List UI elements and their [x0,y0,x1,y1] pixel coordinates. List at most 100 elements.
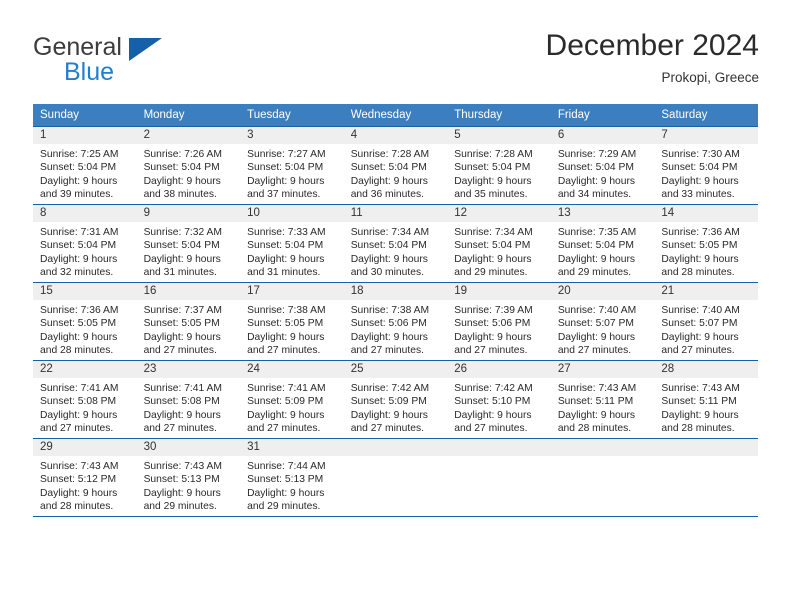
daylight-text-line1: Daylight: 9 hours [247,175,325,187]
calendar-day-cell[interactable]: 2 Sunrise: 7:26 AM Sunset: 5:04 PM Daylight… [136,126,241,205]
daylight-text-line1: Daylight: 9 hours [40,409,118,421]
calendar-day-cell[interactable]: 24 Sunrise: 7:41 AM Sunset: 5:09 PM Dayligh… [240,360,344,439]
sunset-text: Sunset: 5:06 PM [454,318,531,330]
daylight-text-line2: and 27 minutes. [247,345,321,357]
calendar-day-cell[interactable]: 30 Sunrise: 7:43 AM Sunset: 5:13 PM Dayligh… [136,438,241,516]
sunset-text: Sunset: 5:07 PM [557,318,634,330]
day-details: Sunrise: 7:31 AM Sunset: 5:04 PM Daylight:… [33,222,137,280]
sunset-text: Sunset: 5:04 PM [143,162,220,174]
calendar-day-cell[interactable]: 28 Sunrise: 7:43 AM Sunset: 5:11 PM Dayligh… [654,360,758,439]
day-number: 12 [447,205,551,222]
calendar-day-cell[interactable]: 22 Sunrise: 7:41 AM Sunset: 5:08 PM Dayligh… [33,360,137,439]
sunset-text: Sunset: 5:04 PM [247,240,324,252]
calendar-day-cell[interactable]: 4 Sunrise: 7:28 AM Sunset: 5:04 PM Daylight… [343,126,448,205]
calendar-day-cell[interactable]: 11 Sunrise: 7:34 AM Sunset: 5:04 PM Dayligh… [343,204,448,283]
calendar-day-cell-empty [550,438,655,516]
calendar-day-cell[interactable]: 17 Sunrise: 7:38 AM Sunset: 5:05 PM Dayligh… [240,282,344,361]
daylight-text-line2: and 36 minutes. [350,189,424,201]
calendar-day-cell[interactable]: 12 Sunrise: 7:34 AM Sunset: 5:04 PM Dayligh… [447,204,551,283]
calendar-day-cell[interactable]: 31 Sunrise: 7:44 AM Sunset: 5:13 PM Dayligh… [240,438,344,516]
day-details [551,456,655,460]
sunrise-text: Sunrise: 7:28 AM [350,149,430,160]
sunrise-text: Sunrise: 7:43 AM [661,383,740,394]
daylight-text-line2: and 35 minutes. [454,189,528,201]
sunset-text: Sunset: 5:05 PM [247,318,324,330]
day-number: 16 [136,283,241,300]
calendar-day-cell-empty [654,438,758,516]
sunset-text: Sunset: 5:11 PM [661,396,737,408]
calendar-day-cell[interactable]: 19 Sunrise: 7:39 AM Sunset: 5:06 PM Dayligh… [447,282,551,361]
sunset-text: Sunset: 5:04 PM [661,162,738,174]
day-number: 17 [240,283,344,300]
sunrise-text: Sunrise: 7:25 AM [40,149,119,160]
calendar-day-cell[interactable]: 29 Sunrise: 7:43 AM Sunset: 5:12 PM Dayligh… [33,438,137,516]
day-details: Sunrise: 7:39 AM Sunset: 5:06 PM Daylight:… [447,300,551,358]
day-details: Sunrise: 7:43 AM Sunset: 5:12 PM Daylight:… [33,456,137,514]
calendar-day-cell[interactable]: 7 Sunrise: 7:30 AM Sunset: 5:04 PM Daylight… [654,126,758,205]
calendar-day-cell[interactable]: 8 Sunrise: 7:31 AM Sunset: 5:04 PM Daylight… [33,204,137,283]
sunset-text: Sunset: 5:09 PM [350,396,427,408]
daylight-text-line2: and 28 minutes. [40,345,114,357]
general-blue-logo[interactable]: General Blue [33,34,233,90]
calendar-day-cell[interactable]: 9 Sunrise: 7:32 AM Sunset: 5:04 PM Daylight… [136,204,241,283]
day-number: 10 [240,205,344,222]
sunset-text: Sunset: 5:04 PM [454,240,531,252]
calendar-day-cell[interactable]: 16 Sunrise: 7:37 AM Sunset: 5:05 PM Dayligh… [136,282,241,361]
sunrise-text: Sunrise: 7:28 AM [454,149,533,160]
sunrise-text: Sunrise: 7:40 AM [557,305,637,316]
sunrise-text: Sunrise: 7:34 AM [350,227,430,238]
weekday-header-monday: Monday [136,104,241,127]
daylight-text-line1: Daylight: 9 hours [661,409,739,421]
calendar-day-cell[interactable]: 5 Sunrise: 7:28 AM Sunset: 5:04 PM Daylight… [447,126,551,205]
daylight-text-line2: and 28 minutes. [661,423,735,435]
calendar-day-cell[interactable]: 15 Sunrise: 7:36 AM Sunset: 5:05 PM Dayligh… [33,282,137,361]
triangle-logo-icon [129,38,162,61]
sunrise-text: Sunrise: 7:41 AM [247,383,326,394]
calendar-bottom-border [33,516,758,517]
day-number: 5 [447,127,551,144]
calendar-day-cell[interactable]: 10 Sunrise: 7:33 AM Sunset: 5:04 PM Dayligh… [240,204,344,283]
calendar-day-cell[interactable]: 14 Sunrise: 7:36 AM Sunset: 5:05 PM Dayligh… [654,204,758,283]
day-details: Sunrise: 7:26 AM Sunset: 5:04 PM Daylight:… [137,144,241,202]
daylight-text-line2: and 28 minutes. [661,267,735,279]
daylight-text-line1: Daylight: 9 hours [661,175,739,187]
calendar-day-cell[interactable]: 20 Sunrise: 7:40 AM Sunset: 5:07 PM Dayligh… [550,282,655,361]
sunrise-text: Sunrise: 7:29 AM [557,149,637,160]
calendar-day-cell[interactable]: 25 Sunrise: 7:42 AM Sunset: 5:09 PM Dayligh… [343,360,448,439]
day-number: 26 [447,361,551,378]
calendar-day-cell[interactable]: 27 Sunrise: 7:43 AM Sunset: 5:11 PM Dayligh… [550,360,655,439]
daylight-text-line1: Daylight: 9 hours [40,487,118,499]
calendar-day-cell[interactable]: 21 Sunrise: 7:40 AM Sunset: 5:07 PM Dayligh… [654,282,758,361]
day-number: 19 [447,283,551,300]
calendar-day-cell[interactable]: 23 Sunrise: 7:41 AM Sunset: 5:08 PM Dayligh… [136,360,241,439]
sunset-text: Sunset: 5:10 PM [454,396,531,408]
day-details: Sunrise: 7:44 AM Sunset: 5:13 PM Daylight:… [240,456,344,514]
daylight-text-line1: Daylight: 9 hours [143,409,221,421]
sunrise-text: Sunrise: 7:36 AM [661,227,740,238]
day-number [654,439,758,456]
brand-name-general: General [33,33,122,61]
daylight-text-line2: and 33 minutes. [661,189,735,201]
daylight-text-line1: Daylight: 9 hours [247,331,325,343]
calendar-day-cell[interactable]: 13 Sunrise: 7:35 AM Sunset: 5:04 PM Dayligh… [550,204,655,283]
calendar-week-row: 29 Sunrise: 7:43 AM Sunset: 5:12 PM Dayligh… [33,438,758,516]
calendar-day-cell[interactable]: 1 Sunrise: 7:25 AM Sunset: 5:04 PM Daylight… [33,126,137,205]
calendar-day-cell[interactable]: 3 Sunrise: 7:27 AM Sunset: 5:04 PM Daylight… [240,126,344,205]
daylight-text-line1: Daylight: 9 hours [40,253,118,265]
day-details: Sunrise: 7:41 AM Sunset: 5:08 PM Daylight:… [137,378,241,436]
day-details: Sunrise: 7:43 AM Sunset: 5:11 PM Daylight:… [654,378,758,436]
day-details: Sunrise: 7:30 AM Sunset: 5:04 PM Daylight:… [654,144,758,202]
daylight-text-line2: and 27 minutes. [454,423,528,435]
daylight-text-line2: and 37 minutes. [247,189,321,201]
day-number: 15 [33,283,137,300]
sunrise-text: Sunrise: 7:32 AM [143,227,222,238]
calendar-day-cell[interactable]: 26 Sunrise: 7:42 AM Sunset: 5:10 PM Dayligh… [447,360,551,439]
calendar-day-cell[interactable]: 6 Sunrise: 7:29 AM Sunset: 5:04 PM Daylight… [550,126,655,205]
daylight-text-line1: Daylight: 9 hours [350,175,428,187]
sunrise-text: Sunrise: 7:42 AM [454,383,533,394]
daylight-text-line1: Daylight: 9 hours [557,175,636,187]
calendar-day-cell[interactable]: 18 Sunrise: 7:38 AM Sunset: 5:06 PM Dayligh… [343,282,448,361]
sunset-text: Sunset: 5:04 PM [557,240,634,252]
calendar-day-cell-empty [343,438,448,516]
weekday-header-saturday: Saturday [654,104,758,127]
